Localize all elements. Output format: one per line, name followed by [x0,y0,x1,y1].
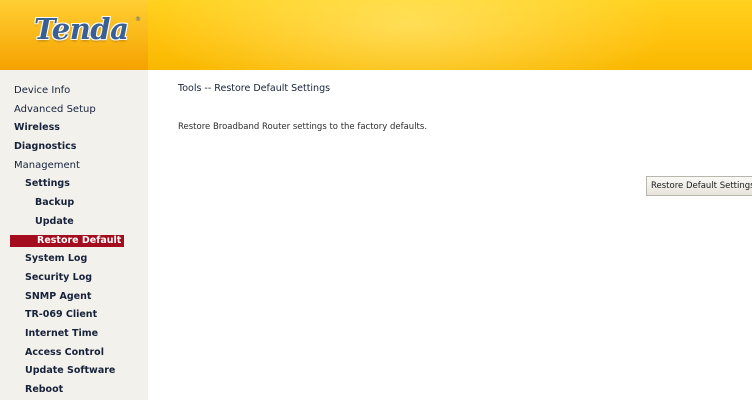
sidebar-item-label: Backup [35,197,75,209]
sidebar-item-label: Access Control [25,346,104,358]
sidebar: Device Info Advanced Setup Wireless Diagnos… [0,70,148,400]
sidebar-item-label: TR-069 Client [25,309,98,321]
main-content: Tools -- Restore Default Settings Restor… [148,70,752,400]
sidebar-item-backup[interactable]: Backup [0,194,148,213]
sidebar-item-security-log[interactable]: Security Log [0,269,148,288]
sidebar-item-snmp-agent[interactable]: SNMP Agent [0,288,148,307]
router-admin-page: Tenda ® Device Info Advanced Setup Wireles… [0,0,752,400]
sidebar-item-system-log[interactable]: System Log [0,250,148,269]
sidebar-item-label: Advanced Setup [14,103,96,115]
sidebar-item-tr-069-client[interactable]: TR-069 Client [0,306,148,325]
sidebar-item-settings[interactable]: Settings [0,175,148,194]
sidebar-item-label: System Log [25,253,88,265]
sidebar-item-label: Diagnostics [14,141,77,153]
sidebar-item-label: SNMP Agent [25,290,92,302]
sidebar-item-diagnostics[interactable]: Diagnostics [0,138,148,157]
logo-area: Tenda ® [0,0,148,70]
header-decoration [150,0,670,70]
sidebar-item-restore-default[interactable]: Restore Default [0,232,148,251]
sidebar-item-label: Reboot [25,384,64,395]
sidebar-item-label: Device Info [14,85,71,96]
sidebar-item-label: Update [35,215,74,227]
page-description: Restore Broadband Router settings to the… [178,122,428,132]
sidebar-item-label: Settings [25,178,70,190]
sidebar-item-access-control[interactable]: Access Control [0,344,148,363]
sidebar-item-label: Wireless [14,122,60,134]
sidebar-item-reboot[interactable]: Reboot [0,381,148,400]
sidebar-item-wireless[interactable]: Wireless [0,119,148,138]
header-banner: Tenda ® [0,0,752,70]
sidebar-item-management[interactable]: Management [0,157,148,176]
sidebar-item-label: Update Software [25,365,116,377]
sidebar-item-update[interactable]: Update [0,213,148,232]
tenda-logo: Tenda [34,12,129,46]
sidebar-item-internet-time[interactable]: Internet Time [0,325,148,344]
restore-default-settings-button[interactable]: Restore Default Settings [646,176,752,196]
sidebar-item-label: Internet Time [25,327,99,339]
sidebar-item-label: Restore Default [10,234,125,247]
page-title: Tools -- Restore Default Settings [178,83,331,94]
sidebar-item-device-info[interactable]: Device Info [0,82,148,101]
sidebar-item-label: Security Log [25,271,93,283]
sidebar-item-label: Management [14,159,80,171]
sidebar-nav: Device Info Advanced Setup Wireless Diagnos… [0,82,148,400]
registered-mark: ® [135,16,141,23]
sidebar-item-advanced-setup[interactable]: Advanced Setup [0,101,148,120]
sidebar-item-update-software[interactable]: Update Software [0,362,148,381]
